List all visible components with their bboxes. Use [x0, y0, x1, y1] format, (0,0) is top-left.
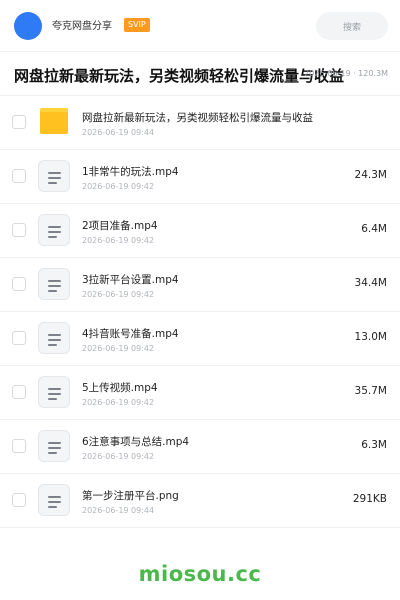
top-bar: 夸克网盘分享 SVIP 搜索 — [0, 0, 400, 52]
file-size: 291KB — [352, 493, 387, 505]
list-item[interactable]: 6注意事项与总结.mp4 2026-06-19 09:42 6.3M — [0, 420, 400, 474]
file-size: 35.7M — [354, 385, 387, 397]
file-name: 4抖音账号准备.mp4 — [82, 328, 179, 340]
share-title-row: 网盘拉新最新玩法，另类视频轻松引爆流量与收益 2026-06-19 · 120.… — [0, 58, 400, 96]
file-size: 6.3M — [361, 439, 387, 451]
video-file-icon — [38, 430, 70, 462]
user-name: 夸克网盘分享 — [52, 21, 112, 32]
checkbox[interactable] — [12, 493, 26, 507]
file-name: 1非常牛的玩法.mp4 — [82, 166, 179, 178]
video-file-icon — [38, 376, 70, 408]
watermark: miosou.cc — [138, 562, 262, 586]
list-item[interactable]: 1非常牛的玩法.mp4 2026-06-19 09:42 24.3M — [0, 150, 400, 204]
file-name: 2项目准备.mp4 — [82, 220, 158, 232]
list-item[interactable]: 3拉新平台设置.mp4 2026-06-19 09:42 34.4M — [0, 258, 400, 312]
file-date: 2026-06-19 09:42 — [82, 182, 155, 191]
list-item[interactable]: 5上传视频.mp4 2026-06-19 09:42 35.7M — [0, 366, 400, 420]
file-date: 2026-06-19 09:42 — [82, 290, 155, 299]
video-file-icon — [38, 160, 70, 192]
svip-badge: SVIP — [124, 18, 150, 32]
file-name: 网盘拉新最新玩法，另类视频轻松引爆流量与收益 — [82, 112, 313, 124]
list-item[interactable]: 2项目准备.mp4 2026-06-19 09:42 6.4M — [0, 204, 400, 258]
checkbox[interactable] — [12, 277, 26, 291]
file-date: 2026-06-19 09:42 — [82, 236, 155, 245]
checkbox[interactable] — [12, 169, 26, 183]
file-name: 6注意事项与总结.mp4 — [82, 436, 190, 448]
list-item[interactable]: 4抖音账号准备.mp4 2026-06-19 09:42 13.0M — [0, 312, 400, 366]
file-name: 5上传视频.mp4 — [82, 382, 158, 394]
file-date: 2026-06-19 09:44 — [82, 128, 155, 137]
checkbox[interactable] — [12, 439, 26, 453]
share-title: 网盘拉新最新玩法，另类视频轻松引爆流量与收益 — [14, 67, 345, 85]
search-placeholder: 搜索 — [342, 22, 361, 33]
file-size: 24.3M — [354, 169, 387, 181]
list-item[interactable]: 第一步注册平台.png 2026-06-19 09:44 291KB — [0, 474, 400, 528]
file-size: 34.4M — [354, 277, 387, 289]
file-name: 3拉新平台设置.mp4 — [82, 274, 179, 286]
checkbox[interactable] — [12, 115, 26, 129]
file-name: 第一步注册平台.png — [82, 490, 179, 502]
file-date: 2026-06-19 09:42 — [82, 452, 155, 461]
search-button[interactable]: 搜索 — [316, 12, 388, 40]
checkbox[interactable] — [12, 223, 26, 237]
checkbox[interactable] — [12, 385, 26, 399]
file-size: 6.4M — [361, 223, 387, 235]
list-item-folder[interactable]: 网盘拉新最新玩法，另类视频轻松引爆流量与收益 2026-06-19 09:44 — [0, 96, 400, 150]
video-file-icon — [38, 268, 70, 300]
file-date: 2026-06-19 09:42 — [82, 344, 155, 353]
file-size: 13.0M — [354, 331, 387, 343]
folder-icon — [40, 108, 68, 134]
checkbox[interactable] — [12, 331, 26, 345]
image-file-icon — [38, 484, 70, 516]
file-date: 2026-06-19 09:42 — [82, 398, 155, 407]
avatar[interactable] — [14, 12, 42, 40]
video-file-icon — [38, 214, 70, 246]
file-date: 2026-06-19 09:44 — [82, 506, 155, 515]
share-meta: 2026-06-19 · 120.3M — [304, 69, 388, 78]
video-file-icon — [38, 322, 70, 354]
